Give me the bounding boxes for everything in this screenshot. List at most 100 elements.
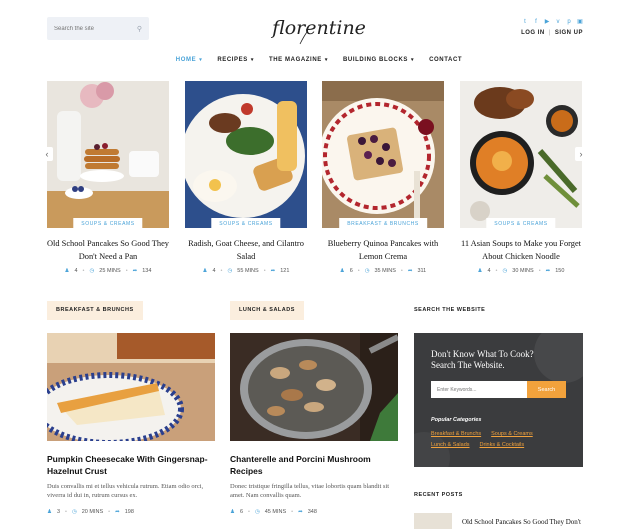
slide-category[interactable]: SOUPS & CREAMS [211,218,281,228]
people-icon: ♟ [202,268,208,274]
meta-separator: • [65,509,67,515]
share-icon: ➦ [132,268,138,274]
auth-separator: | [548,30,551,36]
recent-post-thumb[interactable] [414,513,452,529]
popular-categories-list: Breakfast & Brunchs Soups & Creams Lunch… [431,431,571,448]
cta-keyword-input[interactable] [431,381,527,398]
chevron-down-icon: ▾ [250,57,254,63]
slide-title[interactable]: Blueberry Quinoa Pancakes with Lemon Cre… [322,237,444,263]
chevron-down-icon: ▾ [324,57,328,63]
category-link[interactable]: Drinks & Cocktails [480,442,525,448]
meta-separator: • [82,268,85,274]
chevron-down-icon: ▾ [199,57,203,63]
vimeo-icon[interactable]: v [555,19,561,25]
section-label-breakfast[interactable]: BREAKFAST & BRUNCHS [47,301,143,320]
post-image[interactable] [230,333,398,441]
main-nav: HOME ▾ RECIPES ▾ THE MAGAZINE ▾ BUILDING BL… [0,57,638,63]
slide-category[interactable]: SOUPS & CREAMS [73,218,143,228]
popular-categories-label: Popular Categories [431,417,482,423]
chevron-down-icon: ▾ [410,57,415,63]
post-card[interactable]: Chanterelle and Porcini Mushroom Recipes… [230,333,398,515]
slide-category[interactable]: BREAKFAST & BRUNCHS [339,218,427,228]
slide-image[interactable]: SOUPS & CREAMS [460,81,582,228]
login-link[interactable]: LOG IN [521,30,545,36]
share-icon: ➦ [298,509,303,515]
nav-item-magazine[interactable]: THE MAGAZINE ▾ [269,57,328,63]
slide-card[interactable]: SOUPS & CREAMS Old School Pancakes So Go… [47,81,169,274]
slider-prev-arrow-icon[interactable]: ‹ [41,147,53,161]
signup-link[interactable]: SIGN UP [555,30,583,36]
meta-separator: • [125,268,128,274]
clock-icon: ◷ [227,268,233,274]
slide-title[interactable]: Radish, Goat Cheese, and Cilantro Salad [185,237,307,263]
youtube-icon[interactable]: ▶ [544,19,550,25]
category-link[interactable]: Soups & Creams [491,431,533,437]
category-link[interactable]: Lunch & Salads [431,442,470,448]
site-search-box[interactable]: ⚲ [47,17,149,40]
widget-title-search: SEARCH THE WEBSITE [414,307,486,313]
slide-image[interactable]: SOUPS & CREAMS [47,81,169,228]
slide-image[interactable]: SOUPS & CREAMS [185,81,307,228]
post-card[interactable]: Pumpkin Cheesecake With Gingersnap-Hazel… [47,333,215,515]
meta-separator: • [248,509,250,515]
slider-next-arrow-icon[interactable]: › [575,147,587,161]
share-icon: ➦ [545,268,551,274]
cta-heading: Don't Know What To Cook? Search The Webs… [431,349,534,370]
facebook-icon[interactable]: f [533,19,539,25]
slide-meta: ♟ 4 • ◷ 55 MINS • ➦ 121 [202,268,290,274]
nav-item-recipes[interactable]: RECIPES ▾ [217,57,254,63]
people-icon: ♟ [230,509,235,515]
cta-search-button[interactable]: Search [527,381,566,398]
slide-card[interactable]: SOUPS & CREAMS 11 Asian Soups to Make yo… [460,81,582,274]
people-icon: ♟ [64,268,70,274]
post-title[interactable]: Pumpkin Cheesecake With Gingersnap-Hazel… [47,453,215,477]
share-icon: ➦ [115,509,120,515]
instagram-icon[interactable]: ▣ [577,19,583,25]
nav-item-home[interactable]: HOME ▾ [176,57,203,63]
search-cta-widget: Don't Know What To Cook? Search The Webs… [414,333,583,467]
post-meta: ♟ 3 • ◷ 20 MINS • ➦ 198 [47,509,134,515]
twitter-icon[interactable]: t [522,19,528,25]
slide-card[interactable]: SOUPS & CREAMS Radish, Goat Cheese, and … [185,81,307,274]
meta-separator: • [495,268,498,274]
meta-separator: • [108,509,111,515]
logo[interactable]: florentine [270,10,368,48]
slide-meta: ♟ 4 • ◷ 25 MINS • ➦ 134 [64,268,152,274]
post-meta: ♟ 6 • ◷ 45 MINS • ➦ 348 [230,509,317,515]
section-label-lunch[interactable]: LUNCH & SALADS [230,301,304,320]
clock-icon: ◷ [71,509,77,515]
post-image[interactable] [47,333,215,441]
nav-item-contact[interactable]: CONTACT [429,57,462,63]
post-title[interactable]: Chanterelle and Porcini Mushroom Recipes [230,453,398,477]
slide-category[interactable]: SOUPS & CREAMS [486,218,556,228]
people-icon: ♟ [339,268,345,274]
clock-icon: ◷ [502,268,508,274]
recent-post-item[interactable]: Old School Pancakes So Good They Don't [414,513,583,529]
recent-post-title[interactable]: Old School Pancakes So Good They Don't [462,518,581,529]
slide-title[interactable]: Old School Pancakes So Good They Don't N… [47,237,169,263]
meta-separator: • [220,268,223,274]
pinterest-icon[interactable]: p [566,19,572,25]
auth-links: LOG IN | SIGN UP [521,30,583,36]
share-icon: ➦ [270,268,276,274]
nav-item-building-blocks[interactable]: BUILDING BLOCKS ▾ [343,57,414,63]
site-search-input[interactable] [54,25,124,32]
share-icon: ➦ [407,268,413,274]
meta-separator: • [538,268,541,274]
svg-text:florentine: florentine [270,17,366,39]
clock-icon: ◷ [364,268,370,274]
slide-card[interactable]: BREAKFAST & BRUNCHS Blueberry Quinoa Pan… [322,81,444,274]
meta-separator: • [357,268,360,274]
slide-image[interactable]: BREAKFAST & BRUNCHS [322,81,444,228]
search-icon[interactable]: ⚲ [137,25,142,33]
meta-separator: • [263,268,266,274]
slide-title[interactable]: 11 Asian Soups to Make you Forget About … [460,237,582,263]
category-link[interactable]: Breakfast & Brunchs [431,431,481,437]
slide-meta: ♟ 6 • ◷ 35 MINS • ➦ 311 [339,268,427,274]
cta-search-form: Search [431,381,566,398]
widget-title-recent: RECENT POSTS [414,492,463,498]
clock-icon: ◷ [89,268,95,274]
slide-meta: ♟ 4 • ◷ 30 MINS • ➦ 150 [477,268,565,274]
social-links: t f ▶ v p ▣ [522,19,583,25]
meta-separator: • [400,268,403,274]
